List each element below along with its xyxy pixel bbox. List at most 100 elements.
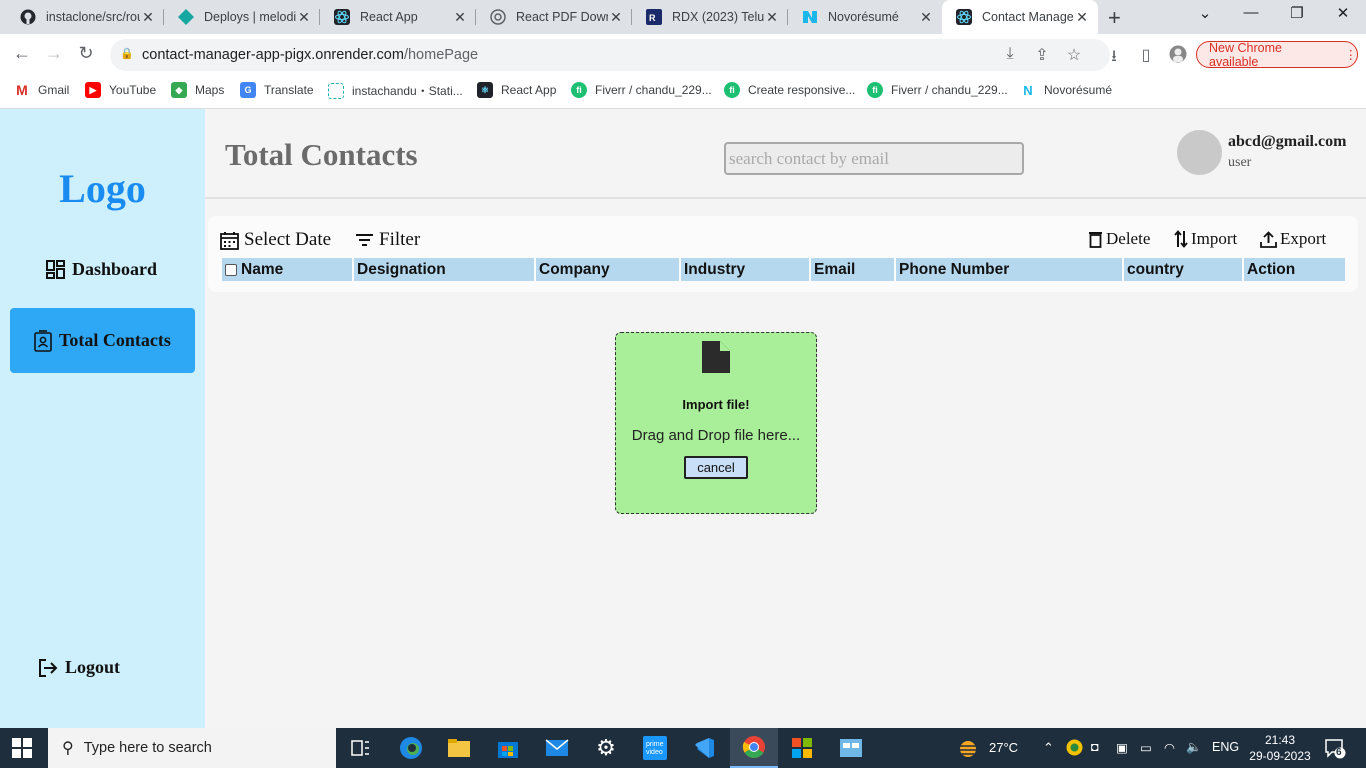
avatar[interactable] [1177, 130, 1222, 175]
minimize-icon[interactable]: — [1236, 4, 1266, 21]
search-input[interactable] [724, 142, 1024, 175]
chevron-down-icon[interactable]: ⌄ [1190, 4, 1220, 22]
export-button[interactable]: Export [1260, 229, 1326, 249]
bookmark-youtube[interactable]: ▶ YouTube [85, 82, 156, 98]
window-close-icon[interactable]: ✕ [1328, 4, 1358, 22]
edge-icon[interactable] [397, 734, 425, 762]
select-date-button[interactable]: Select Date [220, 229, 331, 251]
download-icon[interactable]: ⭳ [1104, 45, 1124, 72]
browser-tab[interactable]: Deploys | melodi ✕ [164, 0, 320, 34]
taskbar-search-input[interactable]: ⚲ Type here to search [48, 728, 336, 768]
column-header-email[interactable]: Email [811, 258, 896, 281]
column-header-company[interactable]: Company [536, 258, 681, 281]
chrome-icon[interactable] [730, 728, 778, 768]
cancel-button[interactable]: cancel [684, 456, 748, 479]
close-icon[interactable]: ✕ [452, 9, 468, 26]
search-icon: ⚲ [62, 740, 74, 757]
svg-text:prime: prime [646, 741, 664, 748]
close-icon[interactable]: ✕ [296, 9, 312, 26]
delete-button[interactable]: Delete [1088, 229, 1150, 249]
bookmark-fiverr-2[interactable]: fi Fiverr / chandu_229... [867, 82, 1008, 98]
bookmark-fiverr[interactable]: fi Fiverr / chandu_229... [571, 82, 712, 98]
tray-chevron-up-icon[interactable]: ⌃ [1043, 740, 1054, 756]
logo: Logo [59, 166, 146, 211]
volume-icon[interactable]: 🔈 [1186, 740, 1202, 755]
bookmark-translate[interactable]: G Translate [240, 82, 314, 98]
logout-button[interactable]: Logout [38, 657, 120, 678]
close-icon[interactable]: ✕ [1074, 9, 1090, 26]
browser-tab[interactable]: R RDX (2023) Telug ✕ [632, 0, 788, 34]
install-app-icon[interactable]: ⤓ [1000, 45, 1020, 63]
sort-arrows-icon [1174, 230, 1188, 248]
camera-icon[interactable]: ◘ [1091, 740, 1099, 754]
select-all-checkbox[interactable] [225, 263, 237, 276]
new-chrome-available-button[interactable]: New Chrome available ⋮ [1196, 41, 1358, 69]
svg-text:R: R [649, 13, 656, 23]
microsoft-store-icon[interactable] [494, 734, 522, 762]
column-header-industry[interactable]: Industry [681, 258, 811, 281]
tab-title: instaclone/src/rou [46, 10, 140, 24]
table-header: Name Designation Company Industry Email … [222, 258, 1345, 281]
import-hint: Drag and Drop file here... [631, 427, 801, 444]
control-panel-icon[interactable] [837, 734, 865, 762]
url-text[interactable]: contact-manager-app-pigx.onrender.com/ho… [142, 47, 478, 63]
column-header-action[interactable]: Action [1244, 258, 1345, 281]
weather-temperature[interactable]: 27°C [989, 740, 1018, 755]
restore-icon[interactable]: ❐ [1282, 4, 1312, 22]
new-tab-icon[interactable]: + [1108, 5, 1121, 31]
browser-tab[interactable]: React App ✕ [320, 0, 476, 34]
browser-tab[interactable]: React PDF Downl ✕ [476, 0, 632, 34]
clock-date: 29-09-2023 [1249, 749, 1311, 763]
bookmark-novoresume[interactable]: N Novorésumé [1020, 82, 1112, 98]
back-icon[interactable]: ← [10, 43, 34, 64]
translate-icon: G [240, 82, 256, 98]
settings-gear-icon[interactable]: ⚙ [592, 734, 620, 762]
vscode-icon[interactable] [690, 734, 718, 762]
filter-button[interactable]: Filter [355, 229, 420, 251]
sidebar-item-label: Total Contacts [59, 330, 171, 350]
weather-icon[interactable] [956, 738, 980, 761]
browser-tab[interactable]: instaclone/src/rou ✕ [6, 0, 164, 34]
profile-avatar-icon[interactable] [1168, 45, 1188, 68]
bookmark-maps[interactable]: ◆ Maps [171, 82, 224, 98]
windows-app-icon[interactable] [788, 734, 816, 762]
column-header-name[interactable]: Name [222, 258, 354, 281]
column-header-country[interactable]: country [1124, 258, 1244, 281]
vpn-icon[interactable] [1066, 739, 1083, 759]
wifi-icon[interactable]: ◠ [1164, 740, 1175, 755]
notifications-icon[interactable]: 6 [1324, 737, 1346, 762]
bookmark-instachandu[interactable]: instachandu・Stati... [328, 82, 463, 99]
column-header-phone-number[interactable]: Phone Number [896, 258, 1124, 281]
close-icon[interactable]: ✕ [608, 9, 624, 26]
lock-icon[interactable]: 🔒 [120, 47, 134, 60]
browser-tab-active[interactable]: Contact Manager ✕ [942, 0, 1098, 34]
sidebar-item-dashboard[interactable]: Dashboard [46, 259, 157, 280]
task-view-icon[interactable] [346, 734, 374, 762]
taskbar-clock[interactable]: 21:43 29-09-2023 [1248, 732, 1312, 764]
file-explorer-icon[interactable] [445, 734, 473, 762]
close-icon[interactable]: ✕ [918, 9, 934, 26]
forward-icon[interactable]: → [42, 43, 66, 64]
windows-start-icon[interactable] [12, 738, 32, 758]
share-icon[interactable]: ⇪ [1032, 45, 1052, 65]
bookmark-create-responsive[interactable]: fi Create responsive... [724, 82, 855, 98]
battery-icon[interactable]: ▭ [1140, 740, 1152, 755]
novoresume-icon: N [1023, 82, 1033, 98]
column-header-designation[interactable]: Designation [354, 258, 536, 281]
import-file-dropzone[interactable]: Import file! Drag and Drop file here... … [615, 332, 817, 514]
close-icon[interactable]: ✕ [140, 9, 156, 26]
prime-video-icon[interactable]: prime video [641, 734, 669, 762]
language-indicator[interactable]: ENG [1212, 740, 1239, 754]
sidebar-item-total-contacts[interactable]: Total Contacts [10, 308, 195, 373]
import-button[interactable]: Import [1174, 229, 1237, 249]
close-icon[interactable]: ✕ [764, 9, 780, 26]
side-panel-icon[interactable]: ▯ [1136, 45, 1156, 65]
display-icon[interactable]: ▣ [1116, 740, 1128, 755]
bookmark-gmail[interactable]: M Gmail [14, 82, 69, 98]
reload-icon[interactable]: ↻ [74, 43, 98, 64]
bookmark-star-icon[interactable]: ☆ [1064, 45, 1084, 65]
mail-icon[interactable] [543, 734, 571, 762]
browser-tab[interactable]: Novorésumé ✕ [788, 0, 942, 34]
bookmark-react-app[interactable]: ⚛ React App [477, 82, 556, 98]
more-menu-icon: ⋮ [1344, 48, 1358, 62]
